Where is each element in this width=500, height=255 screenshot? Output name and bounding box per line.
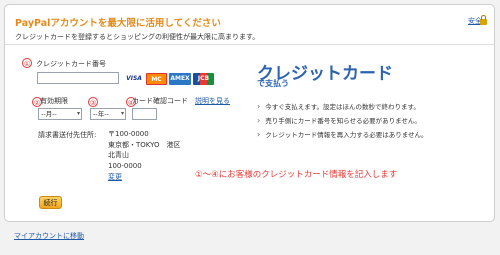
cvv-help-link[interactable]: 説明を見る [195, 96, 230, 106]
billing-address: 〒100-0000 東京都・TOKYO 港区 北青山 100-0000 [108, 129, 181, 171]
expiry-month-value: --月-- [41, 110, 57, 118]
continue-button[interactable]: 続行 [39, 196, 62, 209]
billing-address-label: 請求書送付先住所: [38, 131, 97, 139]
expiry-year-value: --年-- [93, 110, 109, 118]
chevron-down-icon: ▾ [76, 110, 80, 117]
instruction-annotation: ①～④にお客様のクレジットカード情報を記入します [195, 170, 398, 180]
promo-subtitle: で支払う [257, 79, 289, 88]
promo-bullet: 今すぐ支払えます。設定はほんの数秒で終わります。 [257, 101, 420, 111]
amex-icon: AMEX [169, 73, 191, 85]
page-subtitle: クレジットカードを登録するとショッピングの利便性が最大限に高まります。 [15, 33, 260, 41]
my-account-link[interactable]: マイアカウントに移動 [14, 231, 84, 241]
main-panel: PayPalアカウントを最大限に活用してください クレジットカードを登録するとシ… [4, 4, 495, 222]
promo-bullet: クレジットカード情報を再入力する必要はありません。 [257, 129, 427, 139]
expiry-label: 有効期限 [40, 97, 68, 105]
address-line: 東京都・TOKYO 港区 [108, 140, 181, 149]
address-line: 〒100-0000 [108, 130, 149, 138]
header-divider [5, 44, 494, 45]
page-title: PayPalアカウントを最大限に活用してください [15, 18, 221, 29]
expiry-year-select[interactable]: --年-- ▾ [90, 108, 126, 120]
address-line: 北青山 [108, 151, 129, 159]
visa-icon: VISA [123, 73, 145, 85]
lock-icon [480, 15, 487, 25]
card-number-input[interactable] [37, 72, 119, 84]
jcb-icon: JCB [193, 73, 214, 85]
change-address-link[interactable]: 変更 [108, 172, 122, 182]
step-1-marker: ① [22, 58, 32, 68]
expiry-month-select[interactable]: --月-- ▾ [38, 108, 82, 120]
card-number-label: クレジットカード番号 [36, 60, 106, 68]
chevron-down-icon: ▾ [120, 110, 124, 117]
address-line: 100-0000 [108, 161, 142, 170]
mastercard-icon: MC [146, 73, 167, 85]
cvv-label: カード確認コード [132, 97, 188, 105]
step-3-marker: ③ [88, 97, 98, 107]
promo-bullet: 売り手側にカード番号を知らせる必要がありません。 [257, 115, 421, 125]
cvv-input[interactable] [132, 108, 157, 120]
